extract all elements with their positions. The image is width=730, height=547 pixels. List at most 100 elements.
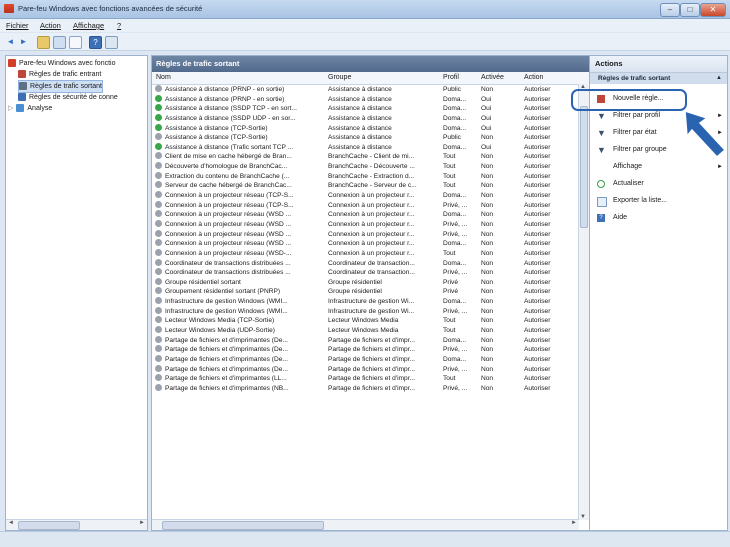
table-row[interactable]: Connexion à un projecteur réseau (WSD ..… bbox=[152, 239, 589, 249]
table-row[interactable]: Connexion à un projecteur réseau (WSD ..… bbox=[152, 210, 589, 220]
rule-action: Autoriser bbox=[524, 153, 551, 161]
column-header-action[interactable]: Action bbox=[524, 74, 543, 81]
action-refresh[interactable]: Actualiser bbox=[590, 177, 727, 191]
menu-bar: Fichier Action Affichage ? bbox=[0, 19, 730, 32]
scroll-left-arrow-icon[interactable]: ◄ bbox=[8, 520, 14, 526]
table-row[interactable]: Lecteur Windows Media (TCP-Sortie) Lecteu… bbox=[152, 316, 589, 326]
table-row[interactable]: Assistance à distance (Trafic sortant TC… bbox=[152, 142, 589, 153]
table-row[interactable]: Assistance à distance (TCP-Sortie) Assist… bbox=[152, 133, 589, 143]
list-horizontal-scrollbar[interactable]: ► bbox=[152, 519, 579, 530]
rule-enabled: Non bbox=[481, 298, 494, 306]
pointer-arrow-icon bbox=[684, 109, 727, 158]
inbound-rules-icon bbox=[18, 70, 26, 79]
maximize-button[interactable]: □ bbox=[680, 3, 700, 17]
export-list-icon[interactable] bbox=[69, 36, 82, 49]
rule-action: Autoriser bbox=[524, 269, 551, 277]
table-row[interactable]: Extraction du contenu de BranchCache (..… bbox=[152, 171, 589, 182]
list-hscroll-thumb[interactable] bbox=[162, 521, 324, 530]
scroll-right-arrow-icon[interactable]: ► bbox=[139, 520, 145, 526]
rule-group: Connexion à un projecteur r... bbox=[328, 230, 415, 238]
table-row[interactable]: Groupe résidentiel sortant Groupe résiden… bbox=[152, 277, 589, 288]
table-row[interactable]: Infrastructure de gestion Windows (WMI..… bbox=[152, 297, 589, 307]
table-row[interactable]: Coordinateur de transactions distribuées… bbox=[152, 268, 589, 278]
table-row[interactable]: Lecteur Windows Media (UDP-Sortie) Lecteu… bbox=[152, 326, 589, 336]
rule-profile: Privé, ... bbox=[443, 269, 468, 277]
folder-up-icon[interactable] bbox=[37, 36, 50, 49]
table-row[interactable]: Assistance à distance (PRNP - en sortie)… bbox=[152, 85, 589, 95]
table-row[interactable]: Connexion à un projecteur réseau (WSD ..… bbox=[152, 229, 589, 240]
rule-name: Infrastructure de gestion Windows (WMI..… bbox=[165, 307, 288, 315]
rule-name: Assistance à distance (SSDP UDP - en sor… bbox=[165, 114, 296, 122]
table-row[interactable]: Partage de fichiers et d'imprimantes (De… bbox=[152, 345, 589, 355]
table-row[interactable]: Infrastructure de gestion Windows (WMI..… bbox=[152, 306, 589, 317]
menu-action[interactable]: Action bbox=[40, 21, 61, 30]
tree-node-monitoring[interactable]: ▷ Analyse bbox=[8, 103, 52, 114]
column-header-nom[interactable]: Nom bbox=[156, 74, 171, 81]
action-view[interactable]: Affichage ► bbox=[590, 160, 727, 174]
rule-group: Assistance à distance bbox=[328, 124, 392, 132]
rule-profile: Privé, ... bbox=[443, 230, 468, 238]
table-row[interactable]: Assistance à distance (PRNP - en sortie)… bbox=[152, 94, 589, 105]
table-row[interactable]: Groupement résidentiel sortant (PNRP) Gro… bbox=[152, 287, 589, 297]
tree-node-inbound-rules[interactable]: Règles de trafic entrant bbox=[18, 69, 101, 80]
forward-arrow-icon[interactable]: ► bbox=[18, 36, 29, 47]
rule-name: Connexion à un projecteur réseau (WSD ..… bbox=[165, 220, 292, 228]
show-action-pane-icon[interactable] bbox=[105, 36, 118, 49]
table-row[interactable]: Assistance à distance (SSDP UDP - en sor… bbox=[152, 113, 589, 124]
minimize-button[interactable]: – bbox=[660, 3, 680, 17]
table-row[interactable]: Assistance à distance (SSDP TCP - en sor… bbox=[152, 104, 589, 114]
rule-enabled: Oui bbox=[481, 143, 492, 151]
table-row[interactable]: Connexion à un projecteur réseau (WSD ..… bbox=[152, 219, 589, 230]
table-row[interactable]: Connexion à un projecteur réseau (WSD-..… bbox=[152, 248, 589, 259]
table-row[interactable]: Partage de fichiers et d'imprimantes (LL… bbox=[152, 374, 589, 384]
menu-affichage[interactable]: Affichage bbox=[73, 21, 104, 30]
column-header-groupe[interactable]: Groupe bbox=[328, 74, 351, 81]
rule-enabled: Non bbox=[481, 259, 494, 267]
actions-section-header[interactable]: Règles de trafic sortant ▲ bbox=[590, 73, 727, 84]
rule-profile: Privé bbox=[443, 288, 459, 296]
rule-group: Partage de fichiers et d'impr... bbox=[328, 365, 416, 373]
rule-action: Autoriser bbox=[524, 134, 551, 142]
column-header-profil[interactable]: Profil bbox=[443, 74, 459, 81]
help-icon[interactable]: ? bbox=[89, 36, 102, 49]
rule-status-icon bbox=[155, 142, 162, 150]
table-row[interactable]: Découverte d'homologue de BranchCac... Br… bbox=[152, 162, 589, 172]
expand-arrow-icon[interactable]: ▷ bbox=[8, 105, 13, 112]
menu-fichier[interactable]: Fichier bbox=[6, 21, 29, 30]
rule-profile: Tout bbox=[443, 317, 456, 325]
back-arrow-icon[interactable]: ◄ bbox=[5, 36, 16, 47]
scroll-down-arrow-icon[interactable]: ▼ bbox=[580, 514, 586, 520]
tree-horizontal-scrollbar[interactable]: ◄ ► bbox=[6, 519, 147, 530]
action-export-list[interactable]: Exporter la liste... bbox=[590, 194, 727, 208]
table-row[interactable]: Partage de fichiers et d'imprimantes (De… bbox=[152, 354, 589, 365]
tree-node-connection-security-rules[interactable]: Règles de sécurité de conne bbox=[18, 92, 118, 103]
rule-profile: Public bbox=[443, 134, 461, 142]
collapse-arrow-icon[interactable]: ▲ bbox=[716, 73, 722, 84]
table-row[interactable]: Assistance à distance (TCP-Sortie) Assist… bbox=[152, 123, 589, 134]
table-row[interactable]: Coordinateur de transactions distribuées… bbox=[152, 258, 589, 269]
tree-node-root[interactable]: Pare-feu Windows avec fonctio bbox=[8, 58, 116, 69]
table-row[interactable]: Partage de fichiers et d'imprimantes (De… bbox=[152, 335, 589, 346]
list-scroll-thumb[interactable] bbox=[580, 106, 588, 228]
rule-enabled: Non bbox=[481, 384, 494, 392]
action-help[interactable]: ? Aide bbox=[590, 211, 727, 225]
table-row[interactable]: Partage de fichiers et d'imprimantes (NB… bbox=[152, 383, 589, 394]
rule-profile: Doma... bbox=[443, 192, 467, 200]
close-button[interactable]: ✕ bbox=[700, 3, 726, 17]
table-row[interactable]: Connexion à un projecteur réseau (TCP-S.… bbox=[152, 200, 589, 211]
show-hide-tree-icon[interactable] bbox=[53, 36, 66, 49]
table-row[interactable]: Client de mise en cache hébergé de Bran.… bbox=[152, 152, 589, 162]
table-row[interactable]: Serveur de cache hébergé de BranchCac...… bbox=[152, 181, 589, 191]
scroll-right-arrow-icon[interactable]: ► bbox=[571, 520, 577, 526]
rule-status-icon bbox=[155, 258, 162, 266]
rule-name: Partage de fichiers et d'imprimantes (NB… bbox=[165, 384, 289, 392]
table-row[interactable]: Partage de fichiers et d'imprimantes (De… bbox=[152, 364, 589, 375]
menu-help[interactable]: ? bbox=[117, 21, 121, 30]
rule-action: Autoriser bbox=[524, 105, 551, 113]
table-row[interactable]: Connexion à un projecteur réseau (TCP-S.… bbox=[152, 191, 589, 201]
column-header-activee[interactable]: Activée bbox=[481, 74, 504, 81]
rule-group: Assistance à distance bbox=[328, 95, 392, 103]
tree-scroll-thumb[interactable] bbox=[18, 521, 80, 530]
list-vertical-scrollbar[interactable]: ▲ ▼ bbox=[578, 84, 589, 520]
rule-status-icon bbox=[155, 85, 162, 92]
